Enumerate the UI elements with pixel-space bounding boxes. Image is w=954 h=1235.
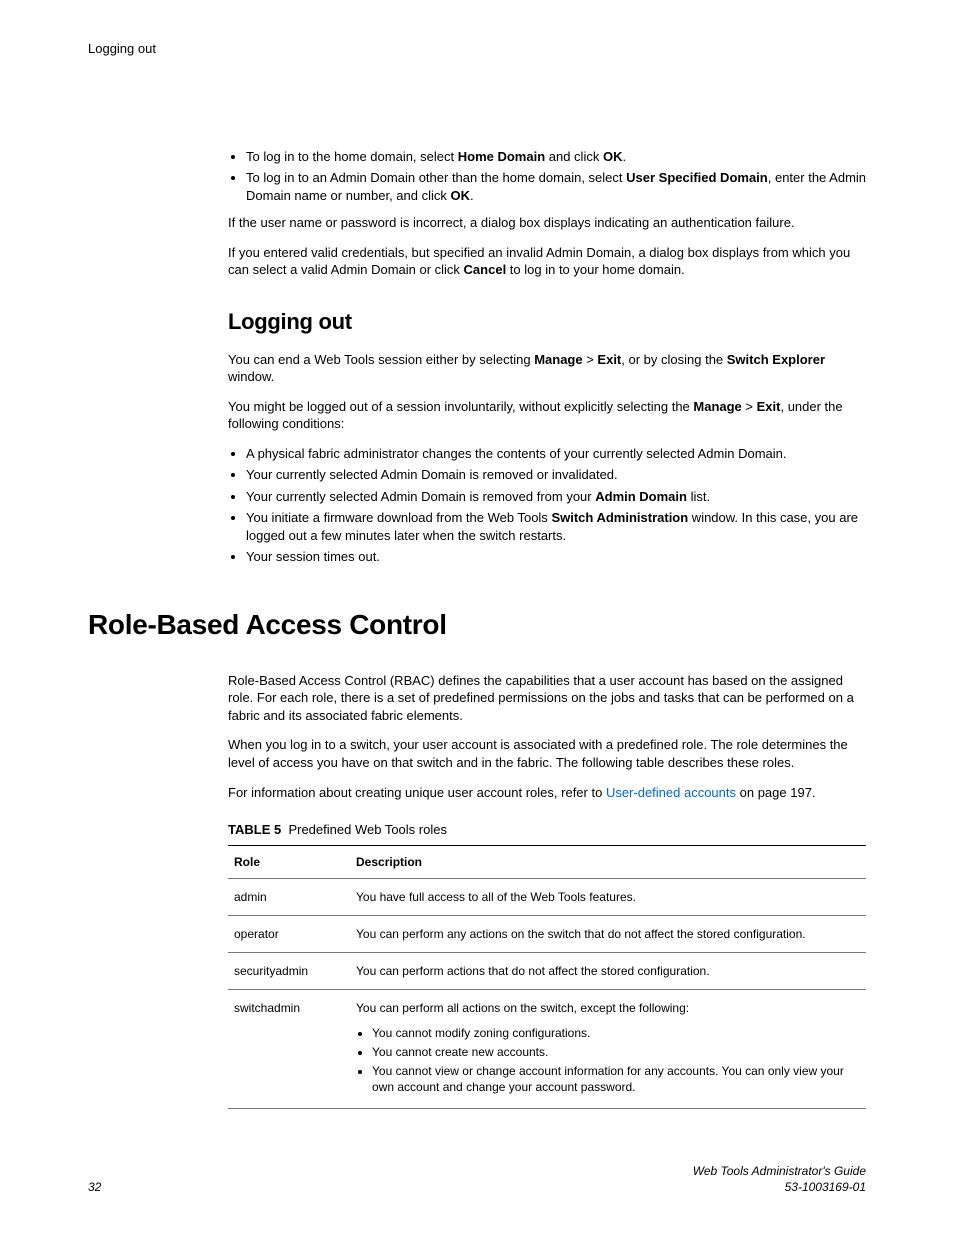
login-domain-bullets: To log in to the home domain, select Hom… xyxy=(228,148,866,205)
role-name: switchadmin xyxy=(228,990,350,1109)
role-name: operator xyxy=(228,915,350,952)
table-row: switchadmin You can perform all actions … xyxy=(228,990,866,1109)
table-row: securityadmin You can perform actions th… xyxy=(228,953,866,990)
th-role: Role xyxy=(228,845,350,878)
role-desc: You can perform all actions on the switc… xyxy=(350,990,866,1109)
role-desc: You can perform actions that do not affe… xyxy=(350,953,866,990)
list-item: You initiate a firmware download from th… xyxy=(246,509,866,544)
list-item: To log in to the home domain, select Hom… xyxy=(246,148,866,166)
rbac-role-assoc: When you log in to a switch, your user a… xyxy=(228,736,866,771)
involuntary-logout-intro: You might be logged out of a session inv… xyxy=(228,398,866,433)
switchadmin-exceptions: You cannot modify zoning configurations.… xyxy=(356,1025,860,1096)
doc-title: Web Tools Administrator's Guide xyxy=(693,1163,866,1179)
list-item: You cannot create new accounts. xyxy=(372,1044,860,1060)
page-number: 32 xyxy=(88,1179,101,1195)
logout-conditions: A physical fabric administrator changes … xyxy=(228,445,866,566)
list-item: You cannot modify zoning configurations. xyxy=(372,1025,860,1041)
role-desc: You can perform any actions on the switc… xyxy=(350,915,866,952)
table-caption: TABLE 5 Predefined Web Tools roles xyxy=(228,821,866,839)
list-item: A physical fabric administrator changes … xyxy=(246,445,866,463)
logout-method: You can end a Web Tools session either b… xyxy=(228,351,866,386)
rbac-xref: For information about creating unique us… xyxy=(228,784,866,802)
link-user-defined-accounts[interactable]: User-defined accounts xyxy=(606,785,736,800)
table-row: operator You can perform any actions on … xyxy=(228,915,866,952)
rbac-intro: Role-Based Access Control (RBAC) defines… xyxy=(228,672,866,725)
role-desc: You have full access to all of the Web T… xyxy=(350,878,866,915)
list-item: Your currently selected Admin Domain is … xyxy=(246,466,866,484)
list-item: You cannot view or change account inform… xyxy=(372,1063,860,1095)
role-name: admin xyxy=(228,878,350,915)
roles-table: Role Description admin You have full acc… xyxy=(228,845,866,1110)
invalid-domain-note: If you entered valid credentials, but sp… xyxy=(228,244,866,279)
running-header: Logging out xyxy=(88,40,866,58)
page-footer: 32 Web Tools Administrator's Guide 53-10… xyxy=(88,1163,866,1195)
th-description: Description xyxy=(350,845,866,878)
table-row: admin You have full access to all of the… xyxy=(228,878,866,915)
list-item: Your currently selected Admin Domain is … xyxy=(246,488,866,506)
auth-failure-note: If the user name or password is incorrec… xyxy=(228,214,866,232)
heading-rbac: Role-Based Access Control xyxy=(88,606,866,644)
doc-number: 53-1003169-01 xyxy=(693,1179,866,1195)
list-item: Your session times out. xyxy=(246,548,866,566)
list-item: To log in to an Admin Domain other than … xyxy=(246,169,866,204)
role-name: securityadmin xyxy=(228,953,350,990)
heading-logging-out: Logging out xyxy=(228,307,866,337)
